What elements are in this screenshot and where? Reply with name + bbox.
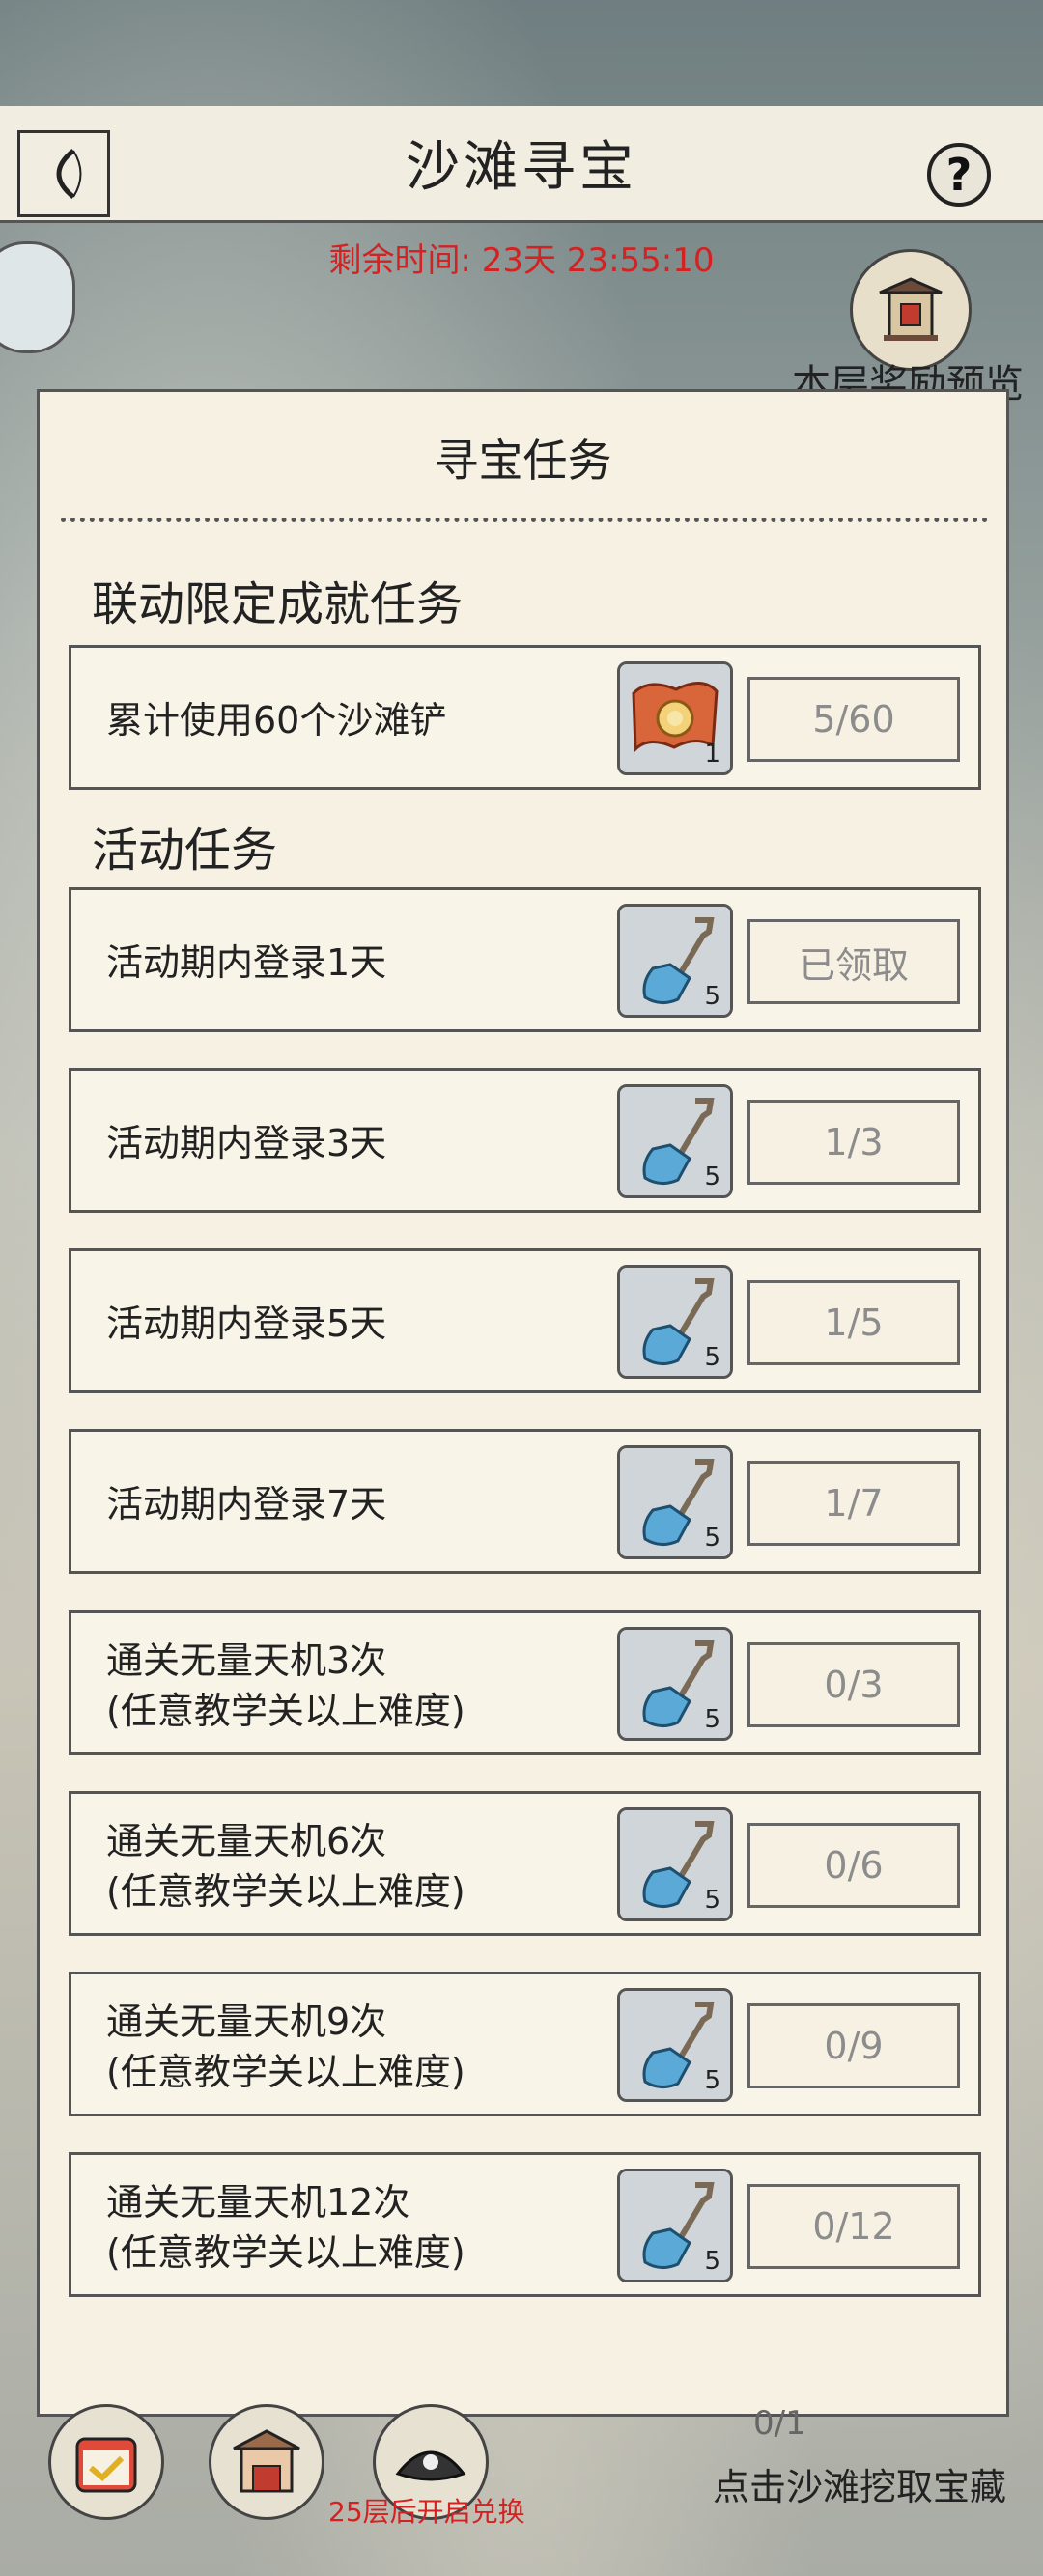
reward-slot[interactable]: 5 <box>617 904 733 1018</box>
task-label: 通关无量天机3次 (任意教学关以上难度) <box>106 1639 465 1732</box>
progress-box[interactable]: 0/12 <box>747 2184 960 2269</box>
progress-box[interactable]: 1/7 <box>747 1461 960 1546</box>
task-card: 通关无量天机9次 (任意教学关以上难度) 5 0/9 <box>69 1972 981 2116</box>
progress-box[interactable]: 5/60 <box>747 677 960 762</box>
reward-slot[interactable]: 5 <box>617 1445 733 1559</box>
task-card: 活动期内登录5天 5 1/5 <box>69 1248 981 1393</box>
pirate-hat-icon <box>395 2450 466 2481</box>
section-heading-collab: 联动限定成就任务 <box>92 577 464 631</box>
dig-hint-text: 点击沙滩挖取宝藏 <box>713 2466 1007 2508</box>
reward-count: 5 <box>704 1705 720 1734</box>
task-card: 通关无量天机12次 (任意教学关以上难度) 5 0/12 <box>69 2152 981 2297</box>
task-card: 活动期内登录7天 5 1/7 <box>69 1429 981 1574</box>
progress-box[interactable]: 1/5 <box>747 1280 960 1365</box>
task-card: 通关无量天机6次 (任意教学关以上难度) 5 0/6 <box>69 1791 981 1936</box>
shop-button[interactable] <box>209 2404 324 2520</box>
modal-title: 寻宝任务 <box>434 434 612 487</box>
calendar-icon <box>75 2437 137 2493</box>
task-card: 活动期内登录1天 5 已领取 <box>69 887 981 1032</box>
shop-icon <box>233 2429 300 2493</box>
reward-slot[interactable]: 5 <box>617 1084 733 1198</box>
reward-count: 5 <box>704 1886 720 1915</box>
task-label: 活动期内登录3天 <box>106 1122 387 1164</box>
task-label: 累计使用60个沙滩铲 <box>106 699 447 742</box>
progress-box[interactable]: 0/3 <box>747 1642 960 1727</box>
reward-count: 5 <box>704 2066 720 2095</box>
task-label: 活动期内登录1天 <box>106 941 387 984</box>
question-mark-icon: ? <box>945 149 973 201</box>
task-label: 活动期内登录5天 <box>106 1302 387 1345</box>
reward-slot[interactable]: 5 <box>617 2169 733 2282</box>
progress-box[interactable]: 0/9 <box>747 2003 960 2088</box>
reward-slot[interactable]: 5 <box>617 1627 733 1741</box>
reward-slot[interactable]: 5 <box>617 1988 733 2102</box>
task-label: 通关无量天机6次 (任意教学关以上难度) <box>106 1820 465 1913</box>
reward-count: 5 <box>704 1343 720 1372</box>
reward-count: 1 <box>704 740 720 769</box>
reward-count: 5 <box>704 2247 720 2276</box>
progress-box[interactable]: 已领取 <box>747 919 960 1004</box>
task-label: 通关无量天机12次 (任意教学关以上难度) <box>106 2181 465 2274</box>
task-card: 活动期内登录3天 5 1/3 <box>69 1068 981 1213</box>
reward-slot[interactable]: 1 <box>617 661 733 775</box>
exchange-unlock-text: 25层后开启兑换 <box>328 2496 525 2528</box>
reward-slot[interactable]: 5 <box>617 1265 733 1379</box>
task-card: 累计使用60个沙滩铲 1 5/60 <box>69 645 981 790</box>
shrine-icon <box>879 277 943 341</box>
reward-slot[interactable]: 5 <box>617 1807 733 1921</box>
side-floating-button[interactable] <box>0 241 75 353</box>
task-label: 活动期内登录7天 <box>106 1483 387 1526</box>
section-heading-activity: 活动任务 <box>92 824 278 878</box>
reward-count: 5 <box>704 1162 720 1191</box>
task-label: 通关无量天机9次 (任意教学关以上难度) <box>106 2001 465 2093</box>
page-title: 沙滩寻宝 <box>406 136 637 199</box>
progress-box[interactable]: 0/6 <box>747 1823 960 1908</box>
task-card: 通关无量天机3次 (任意教学关以上难度) 5 0/3 <box>69 1610 981 1755</box>
reward-count: 5 <box>704 982 720 1011</box>
shovel-count: 0/1 <box>753 2404 806 2443</box>
progress-box[interactable]: 1/3 <box>747 1100 960 1185</box>
divider <box>61 518 988 522</box>
calendar-button[interactable] <box>48 2404 164 2520</box>
reward-count: 5 <box>704 1524 720 1553</box>
help-button[interactable]: ? <box>927 143 991 207</box>
treasure-task-modal: 寻宝任务 联动限定成就任务 累计使用60个沙滩铲 1 5/60 活动任务 活动期… <box>37 389 1009 2417</box>
